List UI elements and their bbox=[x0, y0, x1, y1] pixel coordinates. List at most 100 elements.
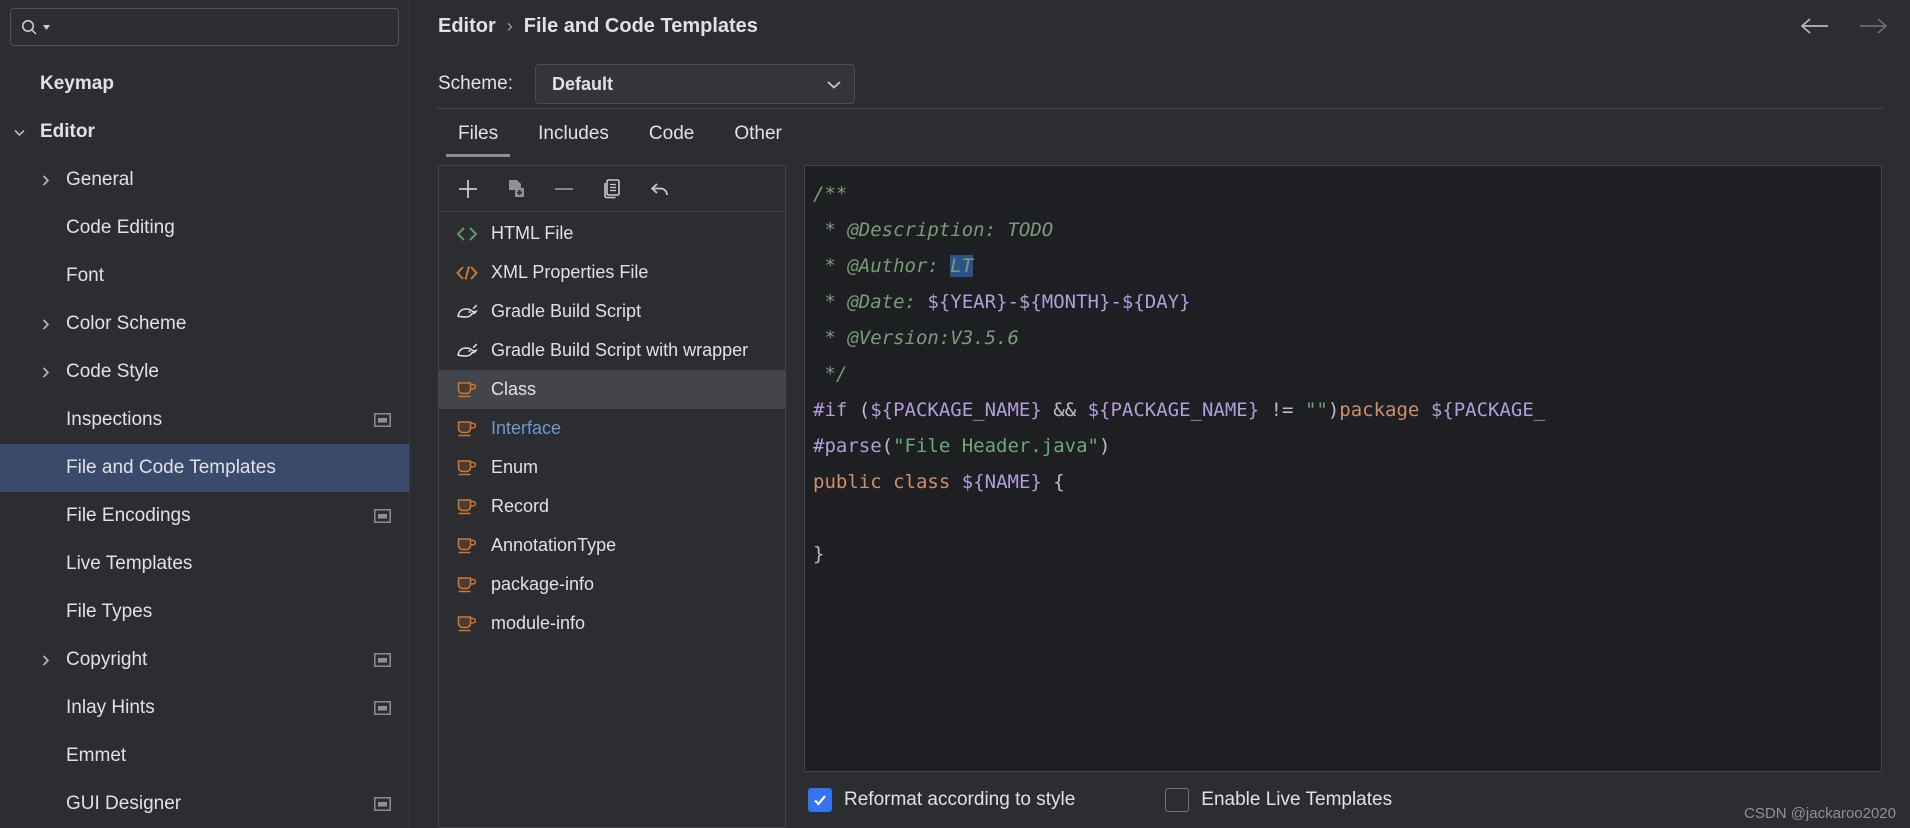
scheme-select[interactable]: Default bbox=[534, 64, 855, 104]
code-token: "File Header.java" bbox=[893, 435, 1099, 457]
list-item[interactable]: Gradle Build Script bbox=[439, 292, 785, 331]
list-item-label: Gradle Build Script with wrapper bbox=[491, 340, 749, 360]
tab-files[interactable]: Files bbox=[438, 111, 518, 157]
search-input[interactable] bbox=[55, 18, 388, 36]
checkbox-label: Reformat according to style bbox=[844, 789, 1076, 810]
sidebar-item-gui-designer[interactable]: GUI Designer bbox=[0, 780, 409, 828]
code-line: #if (${PACKAGE_NAME} && ${PACKAGE_NAME} … bbox=[809, 392, 1881, 428]
chevron-right-icon[interactable] bbox=[32, 365, 58, 380]
settings-search-box[interactable] bbox=[10, 8, 399, 46]
code-line: */ bbox=[809, 356, 1881, 392]
tab-code[interactable]: Code bbox=[629, 111, 714, 157]
list-item[interactable]: AnnotationType bbox=[439, 526, 785, 565]
gradle-icon bbox=[455, 302, 479, 322]
search-container bbox=[0, 0, 409, 56]
code-token: #if bbox=[813, 399, 848, 421]
list-item[interactable]: HTML File bbox=[439, 214, 785, 253]
code-line: } bbox=[809, 536, 1881, 572]
content-panes: HTML File XML Properties File Gradle Build… bbox=[410, 157, 1910, 828]
sidebar-item-color-scheme[interactable]: Color Scheme bbox=[0, 300, 409, 348]
java-cup-icon bbox=[455, 380, 479, 400]
code-line: public class ${NAME} { bbox=[809, 464, 1881, 500]
sidebar-item-emmet[interactable]: Emmet bbox=[0, 732, 409, 780]
sidebar-item-inlay-hints[interactable]: Inlay Hints bbox=[0, 684, 409, 732]
list-item-label: module-info bbox=[491, 613, 586, 633]
arrow-left-icon[interactable] bbox=[1800, 16, 1830, 36]
sidebar-item-file-encodings[interactable]: File Encodings bbox=[0, 492, 409, 540]
sidebar-item-file-types[interactable]: File Types bbox=[0, 588, 409, 636]
template-code-editor[interactable]: /** * @Description: TODO * @Author: LT *… bbox=[804, 165, 1882, 772]
chevron-down-icon[interactable] bbox=[826, 79, 842, 90]
chevron-right-icon[interactable] bbox=[32, 653, 58, 668]
chevron-down-icon[interactable] bbox=[6, 125, 32, 140]
chevron-right-icon[interactable] bbox=[32, 173, 58, 188]
code-token: #parse bbox=[813, 435, 882, 457]
sidebar-item-code-editing[interactable]: Code Editing bbox=[0, 204, 409, 252]
list-item[interactable]: XML Properties File bbox=[439, 253, 785, 292]
plus-icon[interactable] bbox=[449, 172, 487, 206]
search-dropdown-chevron-down-icon[interactable] bbox=[42, 23, 51, 32]
list-item[interactable]: Interface bbox=[439, 409, 785, 448]
sidebar-item-font[interactable]: Font bbox=[0, 252, 409, 300]
code-line: #parse("File Header.java") bbox=[809, 428, 1881, 464]
settings-tree: Keymap Editor General Code Editing Font Color… bbox=[0, 56, 409, 828]
code-token: ( bbox=[881, 435, 894, 457]
code-token: ( bbox=[847, 399, 871, 421]
list-item[interactable]: Record bbox=[439, 487, 785, 526]
breadcrumb-item-editor[interactable]: Editor bbox=[438, 15, 496, 38]
settings-main-panel: Editor › File and Code Templates Scheme:… bbox=[410, 0, 1910, 828]
copy-template-icon[interactable] bbox=[497, 172, 535, 206]
arrow-right-icon[interactable] bbox=[1858, 16, 1888, 36]
sidebar-item-keymap[interactable]: Keymap bbox=[0, 60, 409, 108]
sidebar-item-live-templates[interactable]: Live Templates bbox=[0, 540, 409, 588]
code-token: ) bbox=[1099, 435, 1111, 457]
project-scope-badge-icon bbox=[374, 413, 391, 427]
code-line: * @Date: ${YEAR}-${MONTH}-${DAY} bbox=[809, 284, 1881, 320]
sidebar-item-code-style[interactable]: Code Style bbox=[0, 348, 409, 396]
sidebar-item-label: Code Editing bbox=[66, 217, 175, 238]
code-line: * @Version:V3.5.6 bbox=[809, 320, 1881, 356]
checkbox-checked-icon[interactable] bbox=[808, 788, 832, 812]
list-item[interactable]: Gradle Build Script with wrapper bbox=[439, 331, 785, 370]
minus-icon[interactable] bbox=[545, 172, 583, 206]
code-token: } bbox=[813, 543, 825, 565]
selected-text: LT bbox=[950, 255, 974, 277]
project-scope-badge-icon bbox=[374, 509, 391, 523]
code-token: ${YEAR} bbox=[927, 291, 1008, 313]
scheme-row: Scheme: Default bbox=[410, 52, 1910, 108]
search-icon bbox=[21, 19, 38, 36]
list-item[interactable]: Class bbox=[439, 370, 785, 409]
sidebar-item-copyright[interactable]: Copyright bbox=[0, 636, 409, 684]
tab-other[interactable]: Other bbox=[714, 111, 802, 157]
chevron-right-icon[interactable] bbox=[32, 317, 58, 332]
sidebar-item-editor[interactable]: Editor bbox=[0, 108, 409, 156]
sidebar-item-inspections[interactable]: Inspections bbox=[0, 396, 409, 444]
list-item[interactable]: package-info bbox=[439, 565, 785, 604]
code-line: /** bbox=[809, 176, 1881, 212]
list-item-label: XML Properties File bbox=[491, 262, 649, 282]
list-item[interactable]: module-info bbox=[439, 604, 785, 643]
sidebar-item-general[interactable]: General bbox=[0, 156, 409, 204]
duplicate-icon[interactable] bbox=[593, 172, 631, 206]
xml-tag-icon bbox=[455, 263, 479, 283]
tab-includes[interactable]: Includes bbox=[518, 111, 629, 157]
main-topbar: Editor › File and Code Templates bbox=[410, 0, 1910, 52]
code-token: ) bbox=[1327, 399, 1340, 421]
scheme-label: Scheme: bbox=[438, 73, 513, 94]
checkbox-enable-live-templates[interactable]: Enable Live Templates bbox=[1165, 788, 1392, 812]
checkbox-unchecked-icon[interactable] bbox=[1165, 788, 1190, 812]
code-token: "" bbox=[1304, 399, 1328, 421]
sidebar-item-label: Copyright bbox=[66, 649, 148, 670]
checkbox-reformat-according-to-style[interactable]: Reformat according to style bbox=[808, 788, 1075, 812]
sidebar-item-file-and-code-templates[interactable]: File and Code Templates bbox=[0, 444, 409, 492]
breadcrumb-separator-icon: › bbox=[506, 15, 513, 36]
list-item[interactable]: Enum bbox=[439, 448, 785, 487]
navigation-buttons bbox=[1800, 16, 1888, 36]
reset-icon[interactable] bbox=[641, 172, 679, 206]
list-item-label: Enum bbox=[491, 457, 539, 477]
code-token: public bbox=[813, 471, 882, 493]
